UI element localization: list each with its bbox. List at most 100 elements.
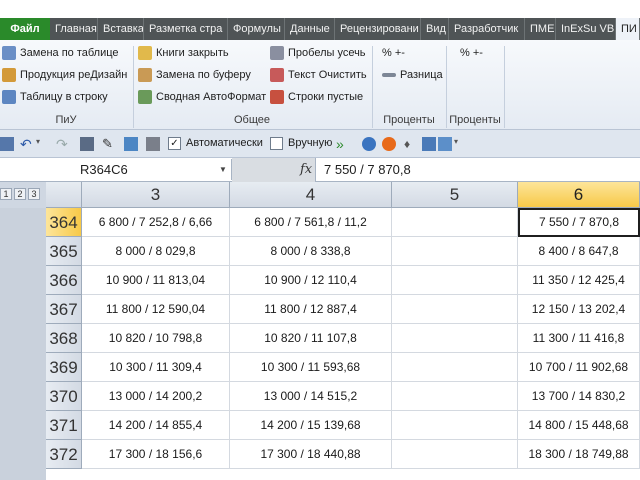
brush-icon[interactable]: ✎ <box>102 137 116 151</box>
table-cell[interactable] <box>392 208 518 237</box>
tab-developer[interactable]: Разработчик <box>449 18 525 40</box>
globe-icon[interactable] <box>362 137 376 151</box>
table-cell[interactable]: 11 350 / 12 425,4 <box>518 266 640 295</box>
row-header[interactable]: 367 <box>46 295 82 324</box>
replace-by-clipboard-button[interactable]: Замена по буферу <box>138 66 251 84</box>
print-preview-icon[interactable] <box>80 137 94 151</box>
outline-level-3-button[interactable]: 3 <box>28 188 40 200</box>
tab-formulas[interactable]: Формулы <box>228 18 285 40</box>
table-cell[interactable] <box>392 382 518 411</box>
row-header[interactable]: 371 <box>46 411 82 440</box>
table-cell[interactable]: 8 000 / 8 029,8 <box>82 237 230 266</box>
tab-review[interactable]: Рецензировани <box>335 18 421 40</box>
outline-level-1-button[interactable]: 1 <box>0 188 12 200</box>
table-to-row-button[interactable]: Таблицу в строку <box>2 88 108 106</box>
table-cell[interactable]: 12 150 / 13 202,4 <box>518 295 640 324</box>
table-cell[interactable] <box>392 324 518 353</box>
save-icon[interactable] <box>0 137 14 151</box>
table-cell[interactable]: 10 300 / 11 593,68 <box>230 353 392 382</box>
table-cell[interactable]: 13 700 / 14 830,2 <box>518 382 640 411</box>
table-cell[interactable]: 11 800 / 12 887,4 <box>230 295 392 324</box>
column-header-4[interactable]: 4 <box>230 182 392 208</box>
trim-spaces-button[interactable]: Пробелы усечь <box>270 44 366 62</box>
outline-strip <box>0 208 46 480</box>
table-cell[interactable]: 10 820 / 11 107,8 <box>230 324 392 353</box>
percent-plus-minus-button[interactable]: % +- <box>382 44 405 62</box>
tab-home[interactable]: Главная <box>50 18 98 40</box>
row-header[interactable]: 364 <box>46 208 82 237</box>
column-header-3[interactable]: 3 <box>82 182 230 208</box>
table-cell[interactable] <box>392 440 518 469</box>
redo-icon[interactable]: ↷ <box>56 137 70 151</box>
table-cell[interactable]: 14 200 / 14 855,4 <box>82 411 230 440</box>
table-cell[interactable]: 6 800 / 7 561,8 / 11,2 <box>230 208 392 237</box>
close-books-button[interactable]: Книги закрыть <box>138 44 229 62</box>
browser-icon[interactable] <box>382 137 396 151</box>
difference-button[interactable]: Разница <box>382 66 443 84</box>
table-cell[interactable]: 13 000 / 14 200,2 <box>82 382 230 411</box>
row-header[interactable]: 372 <box>46 440 82 469</box>
percent-plus-minus-button-2[interactable]: % +- <box>460 44 483 62</box>
tab-insert[interactable]: Вставка <box>98 18 144 40</box>
table-cell[interactable]: 17 300 / 18 440,88 <box>230 440 392 469</box>
window-icon[interactable] <box>438 137 452 151</box>
table-cell[interactable] <box>392 266 518 295</box>
tab-view[interactable]: Вид <box>421 18 449 40</box>
clean-text-button[interactable]: Текст Очистить <box>270 66 367 84</box>
picture-icon[interactable] <box>124 137 138 151</box>
select-all-corner[interactable] <box>46 182 82 208</box>
table-cell[interactable]: 13 000 / 14 515,2 <box>230 382 392 411</box>
table-cell[interactable]: 17 300 / 18 156,6 <box>82 440 230 469</box>
table-cell[interactable]: 10 900 / 11 813,04 <box>82 266 230 295</box>
table-cell[interactable]: 11 300 / 11 416,8 <box>518 324 640 353</box>
tab-data[interactable]: Данные <box>285 18 335 40</box>
table-cell[interactable]: 11 800 / 12 590,04 <box>82 295 230 324</box>
table-cell[interactable]: 8 000 / 8 338,8 <box>230 237 392 266</box>
sort-icon[interactable] <box>146 137 160 151</box>
column-header-5[interactable]: 5 <box>392 182 518 208</box>
table-cell[interactable] <box>392 353 518 382</box>
table-cell[interactable]: 14 200 / 15 139,68 <box>230 411 392 440</box>
insert-function-icon[interactable]: fx <box>300 162 312 177</box>
table-cell[interactable]: 10 900 / 12 110,4 <box>230 266 392 295</box>
tab-pme[interactable]: ПМЕ <box>525 18 556 40</box>
table-cell[interactable] <box>392 411 518 440</box>
row-header[interactable]: 366 <box>46 266 82 295</box>
replace-by-table-button[interactable]: Замена по таблице <box>2 44 119 62</box>
empty-rows-button[interactable]: Строки пустые <box>270 88 363 106</box>
table-cell[interactable]: 10 700 / 11 902,68 <box>518 353 640 382</box>
manual-calc-checkbox[interactable] <box>270 137 283 150</box>
customize-chevron-icon[interactable]: ▾ <box>454 137 468 151</box>
table-cell[interactable]: 10 300 / 11 309,4 <box>82 353 230 382</box>
table-cell[interactable]: 6 800 / 7 252,8 / 6,66 <box>82 208 230 237</box>
row-header[interactable]: 368 <box>46 324 82 353</box>
table-cell[interactable]: 18 300 / 18 749,88 <box>518 440 640 469</box>
tab-pi[interactable]: ПИ <box>616 18 640 40</box>
undo-icon[interactable]: ↶ <box>20 137 34 151</box>
table-cell[interactable] <box>392 237 518 266</box>
row-header[interactable]: 370 <box>46 382 82 411</box>
table-cell[interactable] <box>392 295 518 324</box>
tab-file[interactable]: Файл <box>0 18 50 40</box>
table-cell[interactable]: 10 820 / 10 798,8 <box>82 324 230 353</box>
outline-level-2-button[interactable]: 2 <box>14 188 26 200</box>
arrows-icon[interactable]: » <box>336 137 350 151</box>
formula-input[interactable]: 7 550 / 7 870,8 <box>324 158 411 182</box>
row-header[interactable]: 369 <box>46 353 82 382</box>
product-redesign-button[interactable]: Продукция реДизайн <box>2 66 127 84</box>
table-cell[interactable]: 14 800 / 15 448,68 <box>518 411 640 440</box>
tab-page-layout[interactable]: Разметка стра <box>144 18 228 40</box>
chevron-down-icon[interactable]: ▼ <box>219 165 227 174</box>
tab-inexsu-vbe[interactable]: InExSu VBE <box>556 18 616 40</box>
chevron-down-icon[interactable]: ▾ <box>36 137 50 151</box>
table-cell[interactable]: 8 400 / 8 647,8 <box>518 237 640 266</box>
bell-icon[interactable]: ♦ <box>404 137 418 151</box>
auto-calc-checkbox[interactable]: ✓ <box>168 137 181 150</box>
column-header-6[interactable]: 6 <box>518 182 640 208</box>
camera-icon[interactable] <box>422 137 436 151</box>
swap-icon <box>2 46 16 60</box>
pivot-autoformat-button[interactable]: Сводная АвтоФормат <box>138 88 266 106</box>
row-header[interactable]: 365 <box>46 237 82 266</box>
name-box[interactable]: R364C6 <box>0 159 232 180</box>
active-cell[interactable]: 7 550 / 7 870,8 <box>518 208 640 237</box>
